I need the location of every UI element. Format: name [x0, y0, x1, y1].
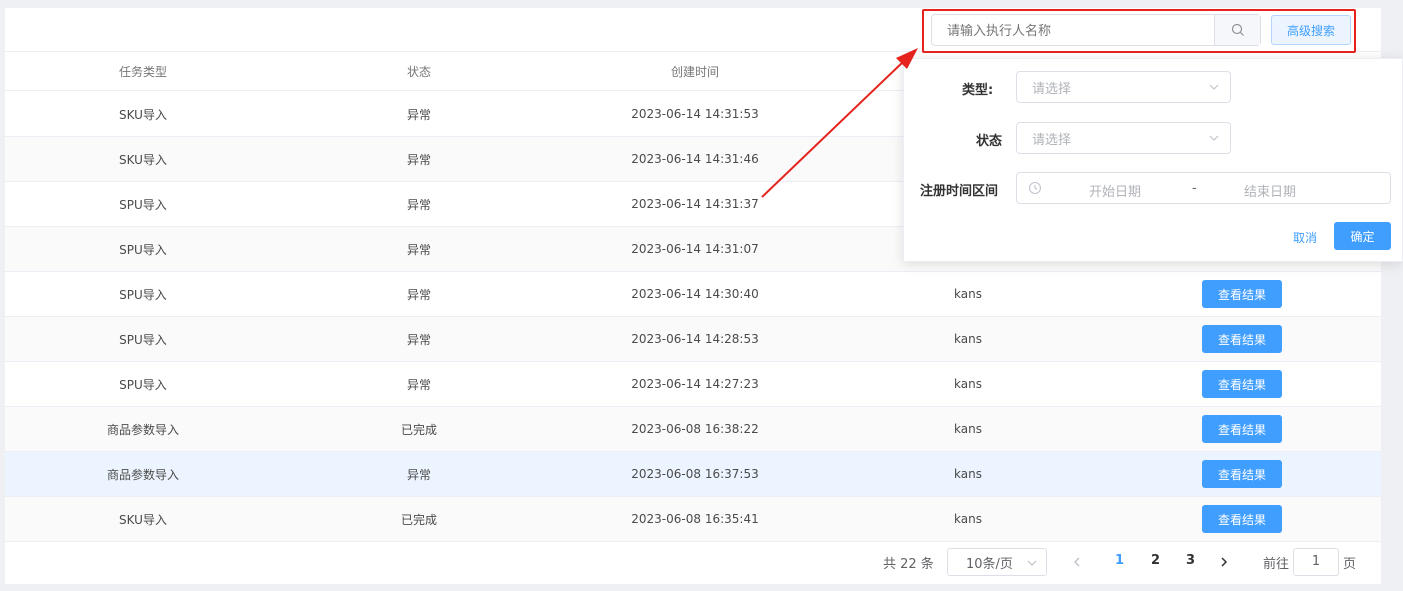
register-range-label: 注册时间区间: [920, 184, 999, 199]
cell-executor: kans: [954, 377, 982, 391]
table-row: SPU导入 异常 2023-06-14 14:27:23 kans 查看结果: [5, 362, 1381, 407]
cell-task-type: SKU导入: [119, 152, 167, 167]
range-end-placeholder[interactable]: 结束日期: [1244, 181, 1296, 200]
cell-executor: kans: [954, 422, 982, 436]
cell-action: 查看结果: [1103, 272, 1381, 316]
cell-created-time: 2023-06-08 16:38:22: [631, 422, 759, 436]
table-row: 商品参数导入 已完成 2023-06-08 16:38:22 kans 查看结果: [5, 407, 1381, 452]
table-row: SPU导入 异常 2023-06-14 14:28:53 kans 查看结果: [5, 317, 1381, 362]
cell-action: 查看结果: [1103, 362, 1381, 406]
page-3[interactable]: 3: [1186, 553, 1195, 568]
type-label: 类型:: [962, 83, 994, 98]
header-status[interactable]: 状态: [281, 52, 557, 90]
cell-task-type: SKU导入: [119, 107, 167, 122]
cell-created-time: 2023-06-14 14:28:53: [631, 332, 759, 346]
view-result-button[interactable]: 查看结果: [1202, 370, 1282, 398]
prev-page-icon[interactable]: [1071, 556, 1083, 568]
cell-created-time: 2023-06-14 14:31:53: [631, 107, 759, 121]
clock-icon: [1028, 181, 1042, 195]
cell-created-time: 2023-06-14 14:31:07: [631, 242, 759, 256]
confirm-button[interactable]: 确定: [1334, 222, 1391, 250]
cell-created-time: 2023-06-08 16:35:41: [631, 512, 759, 526]
cell-status: 异常: [406, 377, 431, 392]
cell-status: 异常: [406, 242, 431, 257]
cell-status: 异常: [406, 332, 431, 347]
pagination-total: 共 22 条: [883, 557, 934, 572]
cell-status: 异常: [406, 197, 431, 212]
status-select[interactable]: 请选择: [1016, 122, 1231, 154]
cell-status: 已完成: [400, 512, 437, 527]
cell-task-type: SKU导入: [119, 512, 167, 527]
advanced-search-popover: 类型: 请选择 状态 请选择 注册时间区间 开始日期 - 结束日期 取消 确定: [903, 58, 1403, 262]
cell-status: 异常: [406, 467, 431, 482]
view-result-button[interactable]: 查看结果: [1202, 325, 1282, 353]
cell-task-type: SPU导入: [119, 242, 167, 257]
header-task-type[interactable]: 任务类型: [5, 52, 281, 90]
page-size-select[interactable]: 10条/页: [947, 548, 1047, 576]
cell-task-type: 商品参数导入: [106, 467, 179, 482]
cell-action: 查看结果: [1103, 497, 1381, 541]
cell-status: 异常: [406, 287, 431, 302]
goto-suffix: 页: [1343, 557, 1357, 572]
page-1[interactable]: 1: [1115, 553, 1124, 568]
header-created-time[interactable]: 创建时间: [557, 52, 833, 90]
cell-task-type: SPU导入: [119, 332, 167, 347]
next-page-icon[interactable]: [1218, 556, 1230, 568]
cell-status: 异常: [406, 107, 431, 122]
cell-status: 已完成: [400, 422, 437, 437]
view-result-button[interactable]: 查看结果: [1202, 460, 1282, 488]
cell-executor: kans: [954, 467, 982, 481]
table-row: SPU导入 异常 2023-06-14 14:30:40 kans 查看结果: [5, 272, 1381, 317]
cell-executor: kans: [954, 287, 982, 301]
table-row: 商品参数导入 异常 2023-06-08 16:37:53 kans 查看结果: [5, 452, 1381, 497]
range-separator: -: [1192, 181, 1197, 196]
cell-action: 查看结果: [1103, 317, 1381, 361]
cell-action: 查看结果: [1103, 407, 1381, 451]
chevron-down-icon: [1027, 560, 1037, 566]
cancel-button[interactable]: 取消: [1293, 229, 1317, 246]
status-select-placeholder: 请选择: [1032, 132, 1072, 148]
cell-executor: kans: [954, 332, 982, 346]
chevron-down-icon: [1209, 84, 1219, 90]
cell-created-time: 2023-06-08 16:37:53: [631, 467, 759, 481]
annotation-highlight-box: [922, 9, 1356, 53]
pagination: 共 22 条 10条/页 1 2 3 前往 1 页: [5, 546, 1381, 578]
cell-created-time: 2023-06-14 14:31:46: [631, 152, 759, 166]
view-result-button[interactable]: 查看结果: [1202, 505, 1282, 533]
cell-action: 查看结果: [1103, 452, 1381, 496]
date-range-picker[interactable]: 开始日期 - 结束日期: [1016, 172, 1391, 204]
table-row: SKU导入 已完成 2023-06-08 16:35:41 kans 查看结果: [5, 497, 1381, 542]
cell-executor: kans: [954, 512, 982, 526]
cell-task-type: SPU导入: [119, 377, 167, 392]
cell-created-time: 2023-06-14 14:31:37: [631, 197, 759, 211]
status-label: 状态: [976, 134, 1003, 149]
cell-status: 异常: [406, 152, 431, 167]
goto-page-input[interactable]: 1: [1293, 548, 1339, 576]
cell-task-type: SPU导入: [119, 287, 167, 302]
view-result-button[interactable]: 查看结果: [1202, 280, 1282, 308]
cell-task-type: SPU导入: [119, 197, 167, 212]
type-select-placeholder: 请选择: [1032, 81, 1072, 97]
cell-task-type: 商品参数导入: [106, 422, 179, 437]
page-2[interactable]: 2: [1151, 553, 1160, 568]
chevron-down-icon: [1209, 135, 1219, 141]
range-start-placeholder[interactable]: 开始日期: [1089, 181, 1141, 200]
goto-label: 前往: [1263, 557, 1290, 572]
cell-created-time: 2023-06-14 14:30:40: [631, 287, 759, 301]
view-result-button[interactable]: 查看结果: [1202, 415, 1282, 443]
cell-created-time: 2023-06-14 14:27:23: [631, 377, 759, 391]
page-size-value: 10条/页: [966, 556, 1013, 572]
type-select[interactable]: 请选择: [1016, 71, 1231, 103]
